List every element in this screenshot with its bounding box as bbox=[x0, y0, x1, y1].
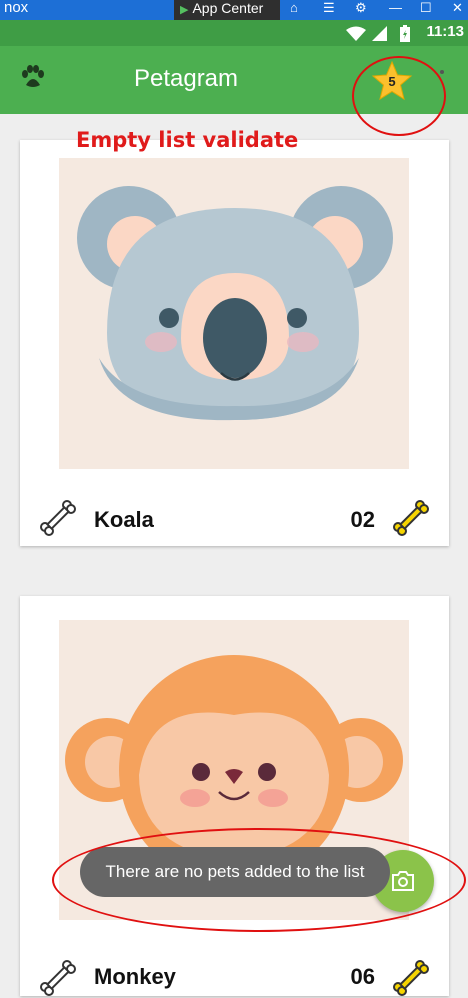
bone-icon[interactable] bbox=[38, 498, 78, 538]
bone-icon[interactable] bbox=[38, 958, 78, 998]
app-center-button[interactable]: ▶ App Center bbox=[174, 0, 280, 20]
annotation-circle bbox=[352, 56, 446, 136]
pet-name: Monkey bbox=[94, 964, 176, 989]
koala-illustration bbox=[59, 158, 409, 469]
emulator-logo: nox bbox=[4, 0, 29, 16]
close-icon[interactable]: ✕ bbox=[452, 0, 463, 15]
home-icon[interactable]: ⌂ bbox=[290, 0, 298, 15]
annotation-label: Empty list validate bbox=[76, 128, 299, 152]
pet-card: Koala 02 bbox=[20, 140, 449, 546]
battery-icon bbox=[400, 25, 410, 42]
menu-icon[interactable]: ☰ bbox=[323, 0, 335, 15]
minimize-icon[interactable]: — bbox=[389, 0, 402, 15]
pet-rating: 02 bbox=[350, 507, 375, 532]
emulator-title-bar: nox ▶ App Center ⌂ ☰ ⚙ — ☐ ✕ bbox=[0, 0, 468, 20]
maximize-icon[interactable]: ☐ bbox=[420, 0, 432, 15]
status-time: 11:13 bbox=[426, 23, 464, 40]
app-title: Petagram bbox=[133, 65, 239, 92]
yellow-bone-icon[interactable] bbox=[391, 958, 431, 998]
yellow-bone-icon[interactable] bbox=[391, 498, 431, 538]
status-bar: 11:13 bbox=[0, 20, 468, 46]
wifi-icon bbox=[346, 26, 366, 41]
pet-name: Koala bbox=[94, 507, 154, 532]
settings-icon[interactable]: ⚙ bbox=[355, 0, 367, 15]
pet-card: Monkey 06 bbox=[20, 596, 449, 996]
overflow-menu-icon[interactable] bbox=[440, 70, 444, 74]
annotation-ellipse bbox=[52, 828, 466, 932]
play-store-icon: ▶ bbox=[180, 4, 189, 16]
pet-rating: 06 bbox=[350, 964, 375, 989]
signal-icon bbox=[372, 26, 387, 41]
app-center-label: App Center bbox=[192, 0, 264, 16]
